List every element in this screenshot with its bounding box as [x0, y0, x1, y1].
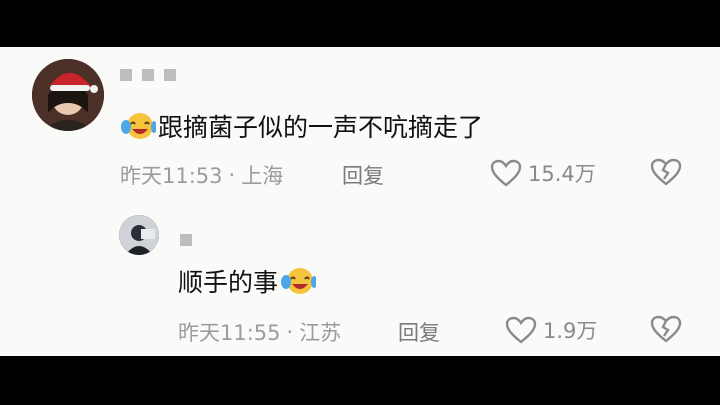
reply-text: 顺手的事 — [178, 268, 279, 297]
comment-body: 跟摘菌子似的一声不吭摘走了 — [120, 108, 483, 144]
comment-location: 上海 — [241, 164, 284, 188]
commenter-name-masked[interactable] — [120, 66, 186, 81]
reply-name-masked[interactable] — [180, 231, 202, 246]
broken-heart-icon — [650, 158, 682, 186]
comment-panel — [0, 47, 720, 356]
like-count: 15.4万 — [528, 162, 596, 186]
reply-body: 顺手的事 — [178, 263, 318, 299]
dislike-button[interactable] — [650, 157, 682, 191]
avatar-image — [32, 59, 104, 131]
heart-outline-icon — [505, 316, 537, 344]
dislike-button[interactable] — [650, 314, 682, 348]
laughing-crying-emoji-icon — [121, 113, 156, 139]
reply-avatar[interactable] — [119, 215, 159, 255]
broken-heart-icon — [650, 315, 682, 343]
reply-location: 江苏 — [299, 321, 342, 345]
heart-outline-icon — [490, 159, 522, 187]
commenter-avatar[interactable] — [32, 59, 104, 131]
like-count: 1.9万 — [543, 319, 598, 343]
like-button[interactable]: 15.4万 — [490, 158, 596, 188]
like-button[interactable]: 1.9万 — [505, 315, 597, 345]
reply-meta: 昨天11:55 · 江苏 — [178, 317, 341, 347]
reply-button[interactable]: 回复 — [398, 317, 440, 347]
meta-separator: · — [228, 163, 236, 187]
comment-meta: 昨天11:53 · 上海 — [120, 160, 283, 190]
reply-button[interactable]: 回复 — [342, 160, 384, 190]
comment-time: 昨天11:53 — [120, 164, 223, 188]
reply-time: 昨天11:55 — [178, 321, 281, 345]
avatar-image — [119, 215, 159, 255]
comment-text: 跟摘菌子似的一声不吭摘走了 — [158, 113, 484, 142]
laughing-crying-emoji-icon — [281, 268, 317, 294]
meta-separator: · — [286, 320, 294, 344]
